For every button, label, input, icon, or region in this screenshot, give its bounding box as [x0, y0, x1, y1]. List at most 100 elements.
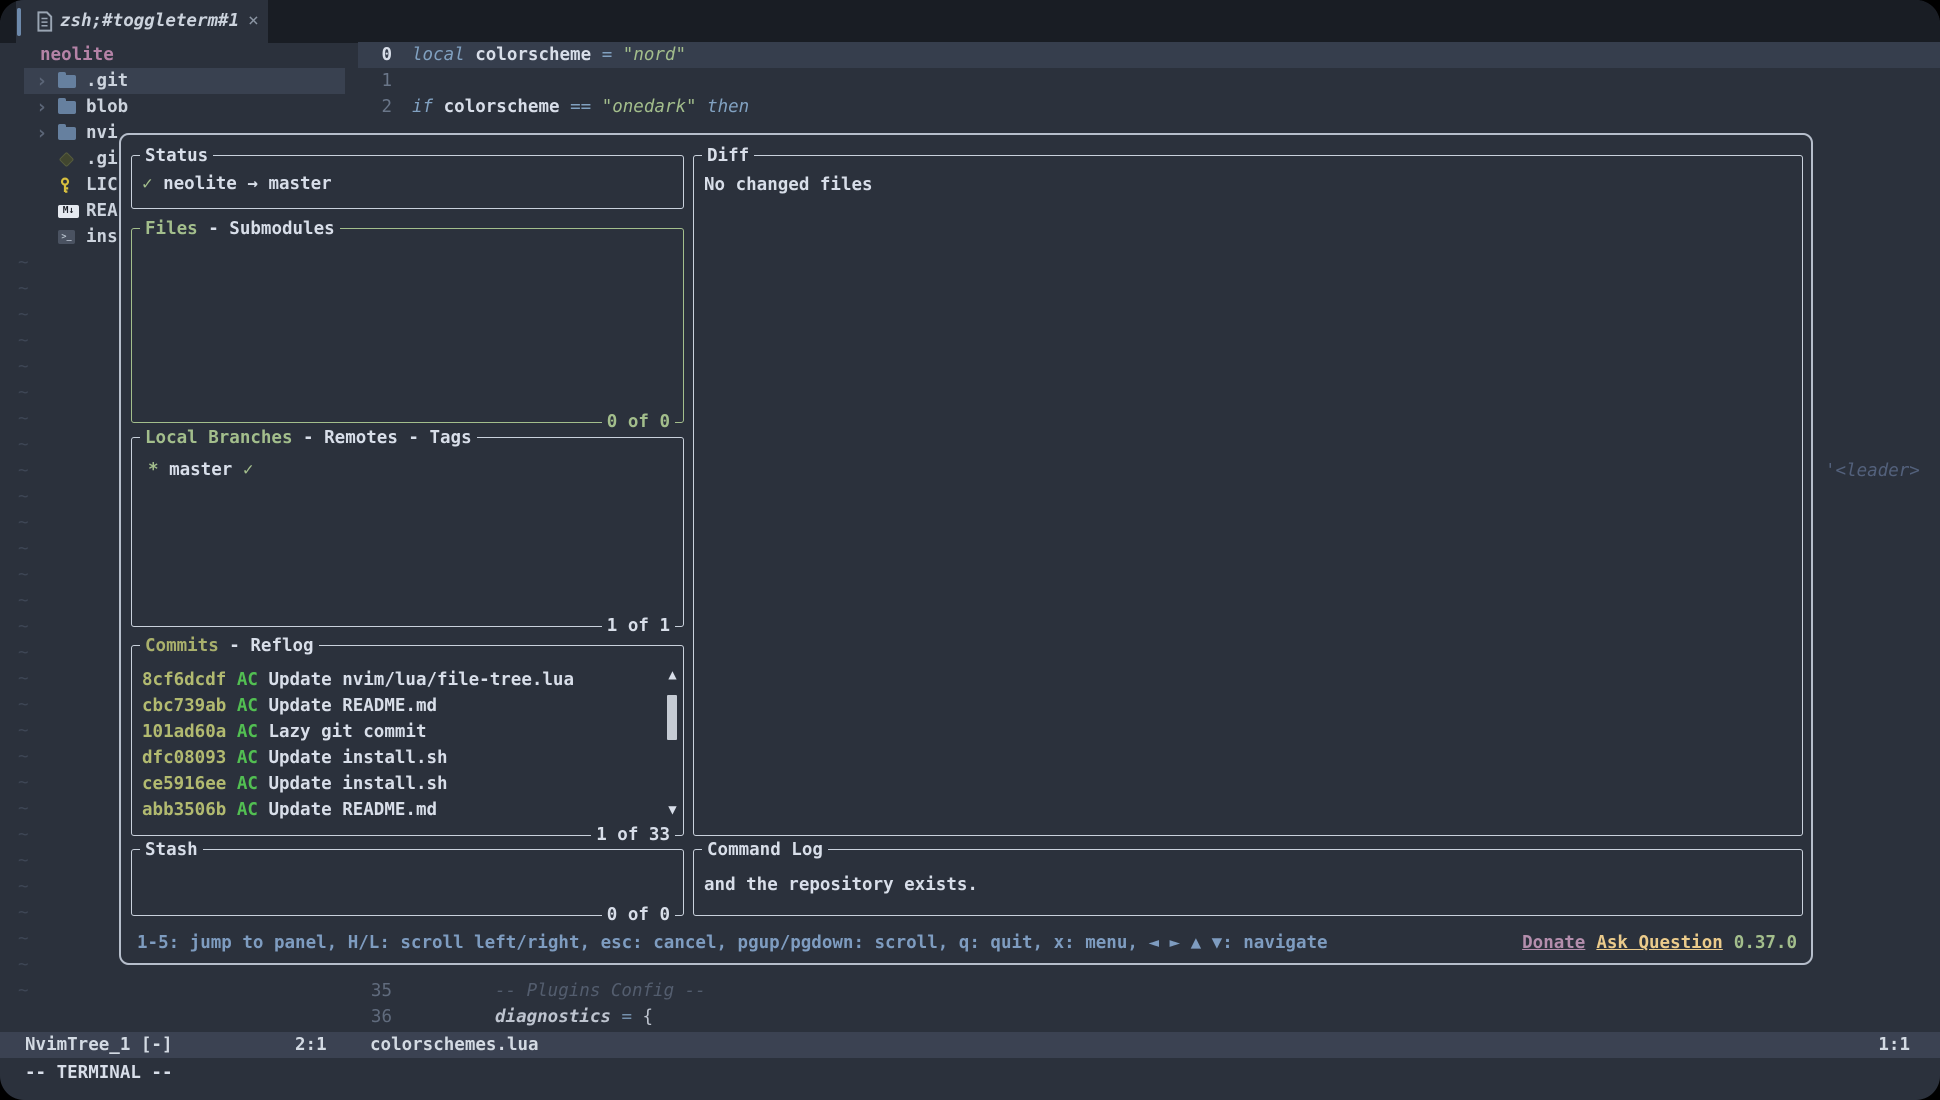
keybind-bar: 1-5: jump to panel, H/L: scroll left/rig… — [137, 930, 1797, 956]
commit-message: Update install.sh — [268, 774, 447, 794]
tab-local-branches[interactable]: Local Branches — [145, 428, 293, 448]
lazygit-float-window: Status ✓ neolite → master Files - Submod… — [119, 133, 1813, 965]
commit-hash: ce5916ee — [142, 774, 226, 794]
branch-name: master — [169, 460, 232, 480]
commit-row[interactable]: abb3506b AC Update README.md — [142, 797, 657, 823]
diff-content: No changed files — [704, 172, 873, 198]
panel-stash[interactable]: Stash 0 of 0 — [131, 849, 684, 916]
tab-remotes-tags[interactable]: - Remotes - Tags — [293, 428, 472, 448]
ask-question-link[interactable]: Ask Question — [1596, 930, 1722, 956]
command-log-content: and the repository exists. — [704, 872, 978, 898]
panel-command-log-title: Command Log — [702, 837, 828, 863]
tree-item-label: nvi — [86, 120, 118, 146]
chevron-right-icon: › — [36, 120, 58, 146]
branch-check-icon: ✓ — [232, 460, 253, 480]
keybind-hints: 1-5: jump to panel, H/L: scroll left/rig… — [137, 930, 1328, 956]
code-text: local colorscheme = "nord" — [412, 42, 686, 68]
commit-message: Update README.md — [268, 800, 437, 820]
panel-command-log[interactable]: Command Log and the repository exists. — [693, 849, 1803, 916]
lazygit-version: 0.37.0 — [1734, 930, 1797, 956]
tab-files[interactable]: Files — [145, 219, 198, 239]
panel-files[interactable]: Files - Submodules 0 of 0 — [131, 228, 684, 423]
commit-message: Update install.sh — [268, 748, 447, 768]
line-number: 1 — [358, 68, 392, 94]
line-number: 35 — [358, 978, 392, 1004]
commit-author: AC — [226, 670, 268, 690]
code-text: diagnostics = { — [495, 1004, 653, 1030]
commit-row[interactable]: cbc739ab AC Update README.md — [142, 693, 657, 719]
empty-buffer-tildes: ~ ~ ~ ~ ~ ~ ~ ~ ~ ~ ~ ~ ~ ~ ~ ~ ~ ~ ~ ~ … — [18, 250, 29, 1004]
branch-star-icon: * — [148, 460, 169, 480]
panel-branches[interactable]: Local Branches - Remotes - Tags * master… — [131, 437, 684, 627]
commit-row[interactable]: dfc08093 AC Update install.sh — [142, 745, 657, 771]
tree-item-label: LIC — [86, 172, 118, 198]
tab-commits[interactable]: Commits — [145, 636, 219, 656]
panel-stash-title: Stash — [140, 837, 203, 863]
panel-status[interactable]: Status ✓ neolite → master — [131, 155, 684, 209]
line-number: 2 — [358, 94, 392, 120]
commit-message: Update nvim/lua/file-tree.lua — [268, 670, 574, 690]
status-content: ✓ neolite → master — [142, 171, 332, 197]
files-counter: 0 of 0 — [602, 409, 675, 435]
code-line: 36 diagnostics = { — [0, 1004, 1940, 1030]
commit-author: AC — [226, 722, 268, 742]
commit-row[interactable]: 8cf6dcdf AC Update nvim/lua/file-tree.lu… — [142, 667, 657, 693]
commit-row[interactable]: 101ad60a AC Lazy git commit — [142, 719, 657, 745]
code-text: -- Plugins Config -- — [495, 978, 706, 1004]
code-line: 35 -- Plugins Config -- — [0, 978, 1940, 1004]
folder-icon — [58, 127, 86, 140]
tab-accent-bar — [17, 8, 21, 36]
gitignore-icon — [58, 154, 86, 165]
tab-reflog[interactable]: - Reflog — [219, 636, 314, 656]
scrollbar[interactable]: ▲ ▼ — [665, 662, 680, 823]
scroll-up-icon[interactable]: ▲ — [665, 662, 680, 688]
commit-author: AC — [226, 800, 268, 820]
statusline-cursor-pos-left: 2:1 — [295, 1032, 327, 1058]
panel-branches-title: Local Branches - Remotes - Tags — [140, 425, 477, 451]
commit-hash: cbc739ab — [142, 696, 226, 716]
stash-counter: 0 of 0 — [602, 902, 675, 928]
code-text: if colorscheme == "onedark" then — [412, 94, 749, 120]
statusline-cursor-pos-right: 1:1 — [1878, 1032, 1910, 1058]
line-number: 0 — [358, 42, 392, 68]
panel-status-title: Status — [140, 143, 213, 169]
tabline: zsh;#toggleterm#1 × — [0, 0, 1940, 43]
code-line: 0 local colorscheme = "nord" — [0, 42, 1940, 68]
file-icon — [36, 11, 53, 40]
panel-diff[interactable]: Diff No changed files — [693, 155, 1803, 836]
tab-submodules[interactable]: - Submodules — [198, 219, 335, 239]
statusline-file-name: colorschemes.lua — [370, 1032, 539, 1058]
terminal-icon: >_ — [58, 230, 86, 244]
branch-row[interactable]: * master ✓ — [148, 457, 253, 483]
tree-item-label: REA — [86, 198, 118, 224]
code-line: 2 if colorscheme == "onedark" then — [0, 94, 1940, 120]
commit-hash: 101ad60a — [142, 722, 226, 742]
key-icon — [58, 177, 86, 194]
lazygit-links: Donate Ask Question 0.37.0 — [1522, 930, 1797, 956]
markdown-icon: M↓ — [58, 205, 86, 218]
scroll-down-icon[interactable]: ▼ — [665, 797, 680, 823]
tree-item-label: .gi — [86, 146, 118, 172]
status-branch-text: neolite → master — [153, 174, 332, 194]
commit-hash: dfc08093 — [142, 748, 226, 768]
leader-hint-text: '<leader> — [1825, 458, 1920, 484]
commit-author: AC — [226, 696, 268, 716]
check-icon: ✓ — [142, 174, 153, 194]
statusline-buffer-name: NvimTree_1 [-] — [25, 1032, 173, 1058]
statusline: NvimTree_1 [-] 2:1 colorschemes.lua 1:1 — [0, 1032, 1940, 1058]
commit-row[interactable]: ce5916ee AC Update install.sh — [142, 771, 657, 797]
commit-author: AC — [226, 748, 268, 768]
panel-commits[interactable]: Commits - Reflog 8cf6dcdf AC Update nvim… — [131, 645, 684, 836]
line-number: 36 — [358, 1004, 392, 1030]
branches-counter: 1 of 1 — [602, 613, 675, 639]
close-icon[interactable]: × — [248, 8, 259, 34]
tab-title: zsh;#toggleterm#1 — [60, 8, 239, 34]
donate-link[interactable]: Donate — [1522, 930, 1585, 956]
commit-message: Lazy git commit — [268, 722, 426, 742]
commits-counter: 1 of 33 — [591, 822, 675, 848]
tab-toggleterm[interactable]: zsh;#toggleterm#1 × — [16, 0, 268, 43]
panel-diff-title: Diff — [702, 143, 754, 169]
commit-list: 8cf6dcdf AC Update nvim/lua/file-tree.lu… — [142, 667, 657, 823]
nvim-window: zsh;#toggleterm#1 × neolite ›.git›blob›n… — [0, 0, 1940, 1100]
scrollbar-thumb[interactable] — [667, 695, 677, 740]
